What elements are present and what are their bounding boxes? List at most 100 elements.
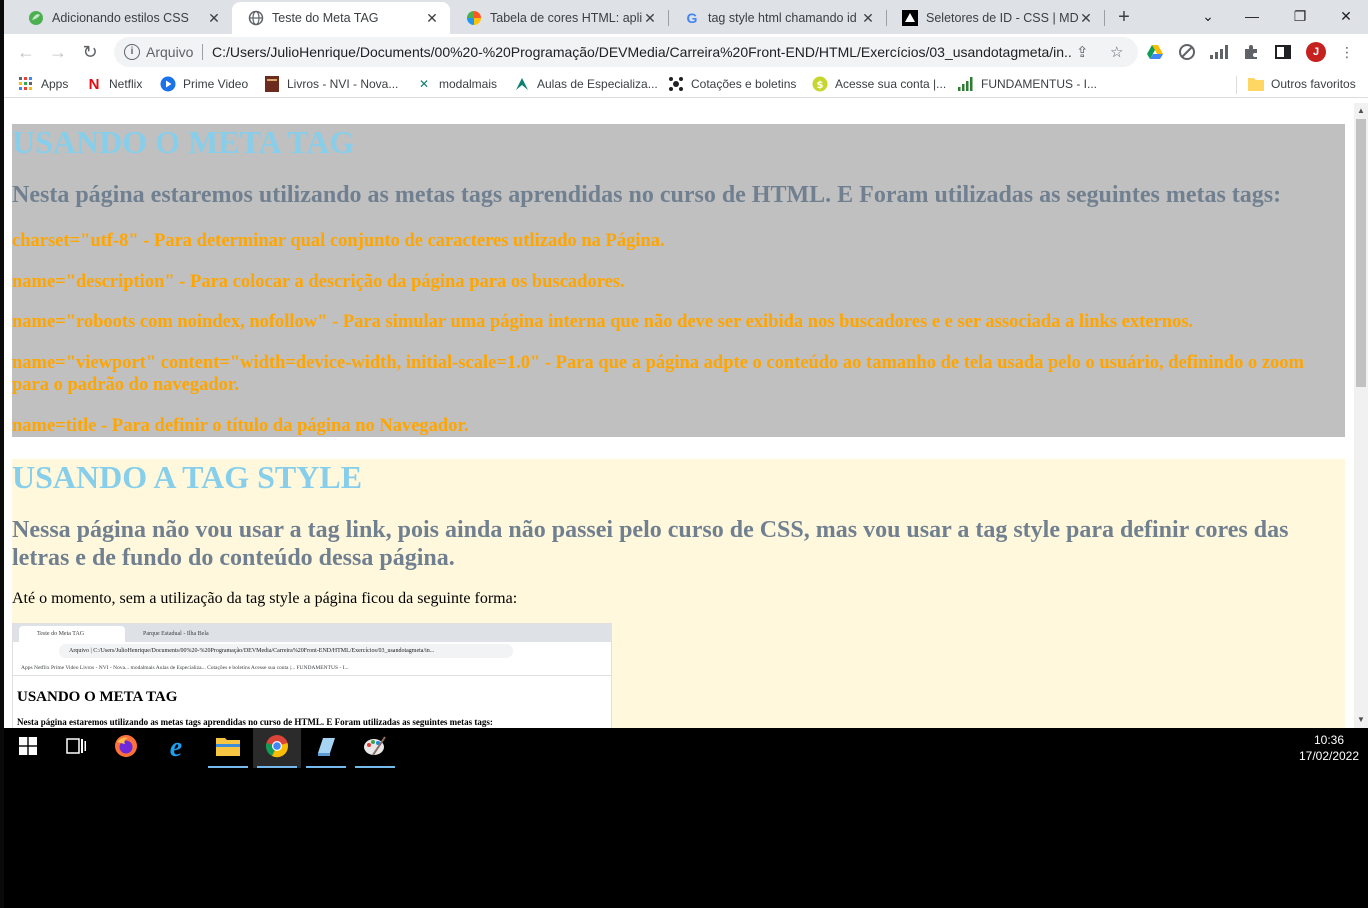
firefox-button[interactable] [102,728,150,768]
globe-icon [248,10,264,26]
reload-icon[interactable]: ↻ [76,38,104,66]
scroll-thumb[interactable] [1356,119,1366,387]
google-drive-icon[interactable] [1146,43,1164,61]
signal-extension-icon[interactable] [1210,43,1228,61]
scroll-up-arrow-icon[interactable]: ▲ [1354,104,1368,118]
cotacoes-icon [668,76,684,92]
close-window-button[interactable]: ✕ [1334,4,1358,28]
tab-search-chevron-icon[interactable]: ⌄ [1196,4,1220,28]
google-icon: G [686,10,698,26]
share-icon[interactable]: ⇪ [1076,43,1089,61]
embedded-heading: USANDO O META TAG [17,689,178,705]
bookmark-cotacoes[interactable]: Cotações e boletins [668,75,796,93]
book-icon [264,76,280,92]
bookmark-label: Apps [41,77,69,91]
close-icon[interactable]: ✕ [642,10,658,27]
url-text[interactable]: C:/Users/JulioHenrique/Documents/00%20-%… [212,44,1072,60]
embedded-address-bar: Arquivo | C:/Users/JulioHenrique/Documen… [59,644,513,658]
paint-icon [363,735,387,762]
internet-explorer-button[interactable]: e [152,728,200,768]
address-bar[interactable]: i Arquivo C:/Users/JulioHenrique/Documen… [114,37,1138,67]
bookmark-label: Aulas de Especializa... [537,77,658,91]
browser-window: Adicionando estilos CSS ✕ Teste do Meta … [4,0,1368,768]
internet-explorer-icon: e [169,732,183,763]
bookmark-aulas[interactable]: Aulas de Especializa... [514,75,658,93]
close-icon[interactable]: ✕ [1078,10,1094,27]
close-icon[interactable]: ✕ [424,10,440,27]
aulas-icon [514,76,530,92]
close-icon[interactable]: ✕ [206,10,222,27]
prime-video-icon [160,76,176,92]
modalmais-icon: ✕ [418,77,430,91]
vertical-scrollbar[interactable]: ▲ ▼ [1354,103,1368,728]
netflix-icon: N [88,75,100,93]
meta-item-title: name=title - Para definir o título da pá… [12,416,469,436]
style-section-subheading: Nessa página não vou usar a tag link, po… [12,517,1289,571]
bookmark-label: Prime Video [183,77,249,91]
green-leaf-icon [28,10,44,26]
file-explorer-button[interactable] [204,728,252,768]
meta-item-charset: charset="utf-8" - Para determinar qual c… [12,231,665,251]
bookmark-label: modalmais [439,77,498,91]
clock-date: 17/02/2022 [1298,749,1360,763]
scroll-down-arrow-icon[interactable]: ▼ [1354,713,1368,727]
apps-grid-icon [18,76,34,92]
bookmark-label: Outros favoritos [1271,77,1356,91]
firefox-icon [114,734,138,763]
clock-time: 10:36 [1313,733,1345,747]
system-clock[interactable]: 10:36 17/02/2022 [1294,732,1364,764]
info-icon[interactable]: i [124,44,140,60]
tab-title: Adicionando estilos CSS [52,11,189,25]
svg-text:$: $ [817,80,824,91]
close-icon[interactable]: ✕ [860,10,876,27]
bookmark-netflix[interactable]: N Netflix [86,75,143,93]
bookmarks-bar: Apps N Netflix Prime Video Livros - NVI … [4,70,1368,98]
tab-seletores-id-mdn[interactable]: Seletores de ID - CSS | MDN ✕ [886,2,1105,34]
notepad-button[interactable] [302,728,350,768]
browser-toolbar: ← → ↻ i Arquivo C:/Users/JulioHenrique/D… [4,34,1368,70]
tab-google-search[interactable]: G tag style html chamando id - ✕ [668,2,887,34]
bookmark-livros-nvi[interactable]: Livros - NVI - Nova... [264,75,398,93]
star-icon[interactable]: ☆ [1110,43,1123,61]
chrome-button[interactable] [253,728,301,768]
embedded-screenshot: Teste do Meta TAG Parque Estadual - Ilha… [12,623,612,728]
tab-title: tag style html chamando id - [708,11,860,25]
embedded-tab: Parque Estadual - Ilha Bela [143,631,209,637]
maximize-button[interactable]: ❐ [1288,4,1312,28]
meta-section-heading: USANDO O META TAG [12,124,355,160]
task-view-icon [66,737,86,759]
folder-icon [1248,76,1264,92]
tab-tabela-cores[interactable]: Tabela de cores HTML: aplica ✕ [450,2,669,34]
tab-teste-meta-tag[interactable]: Teste do Meta TAG ✕ [232,2,450,34]
new-tab-button[interactable]: + [1112,6,1136,30]
side-panel-icon[interactable] [1274,43,1292,61]
minimize-button[interactable]: — [1240,4,1264,28]
tab-separator [1104,10,1105,26]
color-wheel-icon [466,10,482,26]
bookmark-modalmais[interactable]: ✕ modalmais [416,75,497,93]
forward-arrow-icon[interactable]: → [44,38,72,66]
task-view-button[interactable] [52,728,100,768]
menu-kebab-icon[interactable]: ⋮ [1338,43,1356,61]
address-divider [202,44,203,60]
paint-button[interactable] [351,728,399,768]
bookmark-label: Livros - NVI - Nova... [287,77,399,91]
windows-logo-icon [19,736,37,760]
bookmark-outros-favoritos[interactable]: Outros favoritos [1248,75,1356,93]
start-button[interactable] [4,728,52,768]
bookmark-fundamentus[interactable]: FUNDAMENTUS - I... [958,75,1097,93]
meta-item-viewport: name="viewport" content="width=device-wi… [12,353,1304,395]
circle-extension-icon[interactable] [1178,43,1196,61]
tab-adicionando-estilos[interactable]: Adicionando estilos CSS ✕ [12,2,233,34]
puzzle-extensions-icon[interactable] [1242,43,1260,61]
bookmark-apps[interactable]: Apps [18,75,68,93]
bookmark-label: Cotações e boletins [691,77,797,91]
chrome-icon [265,734,289,763]
back-arrow-icon[interactable]: ← [12,38,40,66]
profile-avatar[interactable]: J [1306,42,1326,62]
embedded-tab-strip: Teste do Meta TAG Parque Estadual - Ilha… [13,624,611,642]
bookmark-acesse-conta[interactable]: $ Acesse sua conta |... [812,75,946,93]
bookmark-label: FUNDAMENTUS - I... [981,77,1097,91]
bookmark-prime-video[interactable]: Prime Video [160,75,248,93]
money-icon: $ [812,76,828,92]
